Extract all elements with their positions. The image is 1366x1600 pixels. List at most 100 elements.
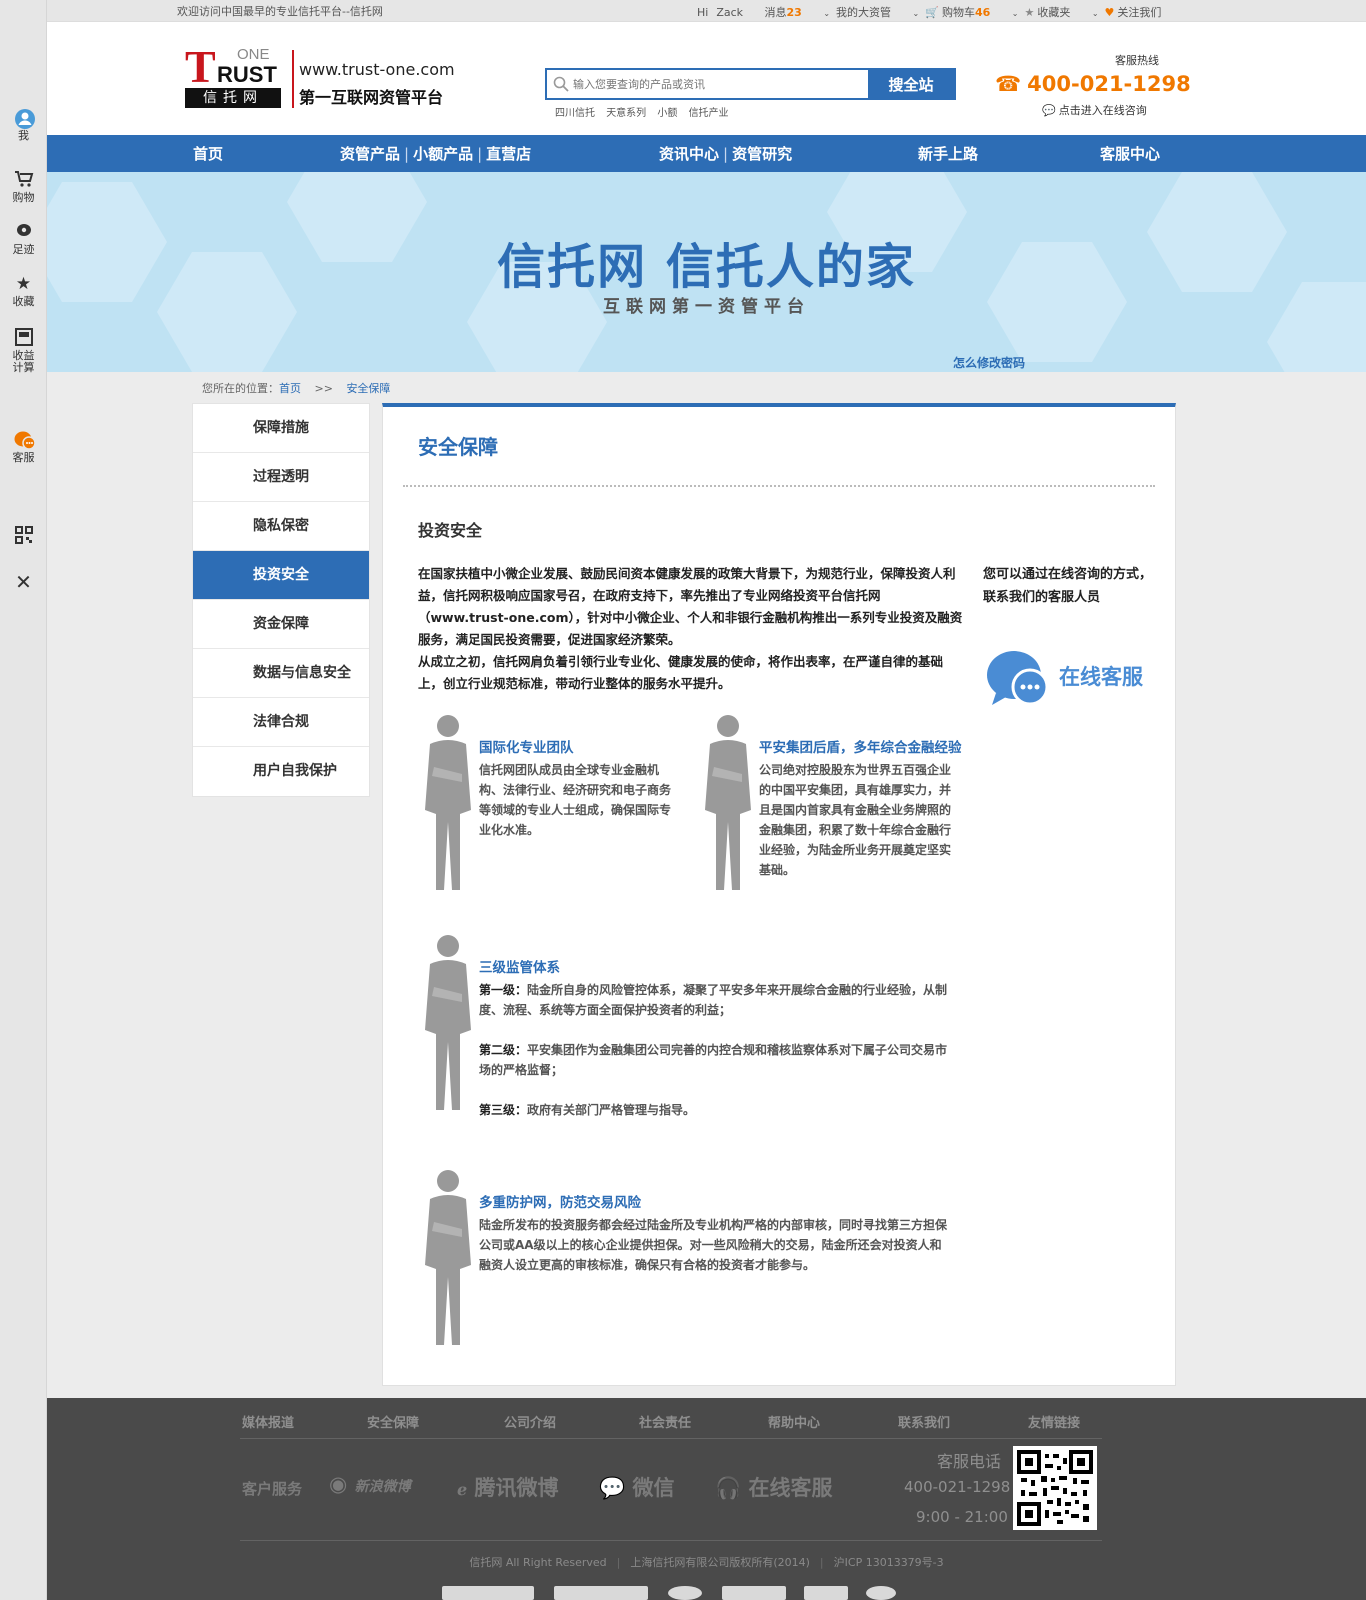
cart-link[interactable]: ⌄ 🛒 购物车46: [913, 6, 991, 19]
site-url: www.trust-one.com: [299, 60, 455, 79]
trust-badge[interactable]: [668, 1586, 702, 1600]
section-subtitle: 投资安全: [418, 521, 483, 540]
site-logo[interactable]: T ONE RUST 信托网: [185, 44, 285, 110]
nav-separator: |: [477, 145, 483, 163]
copyright: 信托网 All Right Reserved | 上海信托网有限公司版权所有(201…: [47, 1554, 1366, 1570]
sidebar-service[interactable]: 客服: [0, 430, 47, 464]
sidebar-me[interactable]: 我: [0, 108, 47, 142]
sidebar-favorites[interactable]: ★ 收藏: [0, 274, 47, 308]
logo-cn: 信托网: [185, 88, 281, 108]
logo-divider: [292, 50, 294, 108]
hotword-link[interactable]: 四川信托: [555, 108, 595, 119]
side-menu-item-fund-safety[interactable]: 资金保障: [193, 600, 369, 649]
footer-link-csr[interactable]: 社会责任: [639, 1412, 691, 1431]
nav-separator: |: [723, 145, 729, 163]
messages-link[interactable]: 消息23: [765, 6, 802, 19]
businessman-icon: [416, 712, 476, 894]
online-consult-link[interactable]: 💬 点击进入在线咨询: [1042, 102, 1147, 118]
footer-link-about[interactable]: 公司介绍: [504, 1412, 556, 1431]
side-menu-item-self-protection[interactable]: 用户自我保护: [193, 747, 369, 796]
footer-link-help[interactable]: 帮助中心: [768, 1412, 820, 1431]
feature-body: 公司绝对控股股东为世界五百强企业的中国平安集团，具有雄厚实力，并且是国内首家具有…: [759, 763, 952, 877]
nav-research[interactable]: 资管研究: [732, 145, 792, 163]
footer-hours: 9:00 - 21:00: [916, 1508, 1008, 1526]
trust-badge[interactable]: [804, 1586, 848, 1600]
online-service-link[interactable]: 🎧 在线客服: [715, 1472, 832, 1502]
hotword-link[interactable]: 信托产业: [689, 108, 729, 119]
trust-badge[interactable]: [554, 1586, 648, 1600]
search-box: 搜全站: [545, 68, 956, 100]
nav-newbie[interactable]: 新手上路: [918, 143, 978, 164]
follow-link[interactable]: ⌄ ♥ 关注我们: [1092, 6, 1162, 19]
tencent-icon: ℯ: [457, 1480, 468, 1499]
trust-badge[interactable]: [866, 1586, 896, 1600]
favorites-label: 收藏夹: [1037, 6, 1071, 19]
nav-small-products[interactable]: 小额产品: [413, 145, 473, 163]
footer-link-security[interactable]: 安全保障: [367, 1412, 419, 1431]
chat-bubbles-icon: [986, 649, 1049, 709]
page-title: 安全保障: [418, 435, 498, 459]
nav-service[interactable]: 客服中心: [1100, 143, 1160, 164]
side-menu-item-privacy[interactable]: 隐私保密: [193, 502, 369, 551]
username-link[interactable]: Zack: [716, 6, 743, 19]
chat-bubble-icon: [14, 430, 36, 450]
nav-group-products: 资管产品 | 小额产品 | 直营店: [340, 143, 531, 164]
hotline-number: 400-021-1298: [1027, 72, 1191, 96]
sidebar-calc[interactable]: 收益计算: [0, 328, 47, 374]
change-password-link[interactable]: 怎么修改密码: [953, 354, 1025, 371]
star-icon: ★: [15, 274, 32, 294]
sidebar-close[interactable]: ✕: [0, 572, 47, 594]
hotword-link[interactable]: 天意系列: [606, 108, 646, 119]
side-menu-item-measures[interactable]: 保障措施: [193, 404, 369, 453]
online-service-button[interactable]: 在线客服: [986, 647, 1166, 713]
nav-news[interactable]: 资讯中心: [659, 145, 719, 163]
breadcrumb-home[interactable]: 首页: [279, 382, 301, 395]
tencent-weibo-link[interactable]: ℯ 腾讯微博: [457, 1472, 559, 1502]
cart-count: 46: [974, 6, 991, 19]
nav-home[interactable]: 首页: [193, 143, 223, 164]
side-menu-item-transparency[interactable]: 过程透明: [193, 453, 369, 502]
wechat-icon: 💬: [599, 1476, 626, 1500]
top-bar: 欢迎访问中国最早的专业信托平台--信托网 Hi Zack 消息23 ⌄ 我的大资管 …: [47, 0, 1366, 22]
search-button[interactable]: 搜全站: [868, 70, 954, 98]
nav-products[interactable]: 资管产品: [340, 145, 400, 163]
top-bar-links: Hi Zack 消息23 ⌄ 我的大资管 ⌄ 🛒 购物车46 ⌄ ★ 收藏夹 ⌄ ♥ 关注我们: [697, 4, 1179, 20]
my-assets-label: 我的大资管: [836, 6, 892, 19]
side-menu-item-legal[interactable]: 法律合规: [193, 698, 369, 747]
hotwords: 四川信托 天意系列 小额 信托产业: [555, 104, 737, 119]
footer-link-friends[interactable]: 友情链接: [1028, 1412, 1080, 1431]
sidebar-history-label: 足迹: [12, 243, 35, 256]
sidebar-qr[interactable]: [0, 526, 47, 548]
messages-count: 23: [786, 6, 802, 19]
wechat-link[interactable]: 💬 微信: [599, 1472, 674, 1502]
phone-icon: ☎: [995, 72, 1022, 96]
hotline: ☎ 400-021-1298: [995, 72, 1191, 96]
side-menu-item-data-security[interactable]: 数据与信息安全: [193, 649, 369, 698]
nav-store[interactable]: 直营店: [486, 145, 531, 163]
footer-divider: [240, 1438, 1102, 1439]
greeting: Hi Zack: [697, 6, 743, 19]
intro-paragraph: 从成立之初，信托网肩负着引领行业专业化、健康发展的使命，将作出表率，在严谨自律的…: [418, 654, 944, 691]
sidebar-history[interactable]: 足迹: [0, 222, 47, 256]
my-assets-link[interactable]: ⌄ 我的大资管: [823, 6, 891, 19]
qr-code: [1013, 1446, 1097, 1530]
side-menu: 保障措施 过程透明 隐私保密 投资安全 资金保障 数据与信息安全 法律合规 用户…: [192, 403, 370, 797]
breadcrumb: 您所在的位置：首页 >> 安全保障: [202, 380, 390, 396]
footer-phone: 400-021-1298: [904, 1478, 1011, 1496]
feature-body: 信托网团队成员由全球专业金融机构、法律行业、经济研究和电子商务等领域的专业人士组…: [479, 763, 672, 837]
banner-title: 信托网 信托人的家: [497, 239, 916, 295]
trust-badge[interactable]: [442, 1586, 534, 1600]
sina-weibo-link[interactable]: ◉ 新浪微博: [329, 1472, 411, 1496]
side-menu-item-investment-safety[interactable]: 投资安全: [193, 551, 369, 600]
sidebar-cart[interactable]: 购物: [0, 170, 47, 204]
footer-link-media[interactable]: 媒体报道: [242, 1412, 294, 1431]
footer-link-contact[interactable]: 联系我们: [898, 1412, 950, 1431]
hotword-link[interactable]: 小额: [657, 108, 677, 119]
header: T ONE RUST 信托网 www.trust-one.com 第一互联网资管…: [47, 22, 1366, 135]
chevron-down-icon: ⌄: [823, 9, 831, 18]
hero-banner: 信托网 信托人的家 互联网第一资管平台 怎么修改密码: [47, 172, 1366, 372]
sidebar-calc-label: 收益计算: [12, 349, 35, 374]
search-input[interactable]: [573, 74, 853, 94]
norton-badge[interactable]: [722, 1586, 786, 1600]
favorites-link[interactable]: ⌄ ★ 收藏夹: [1012, 6, 1071, 19]
